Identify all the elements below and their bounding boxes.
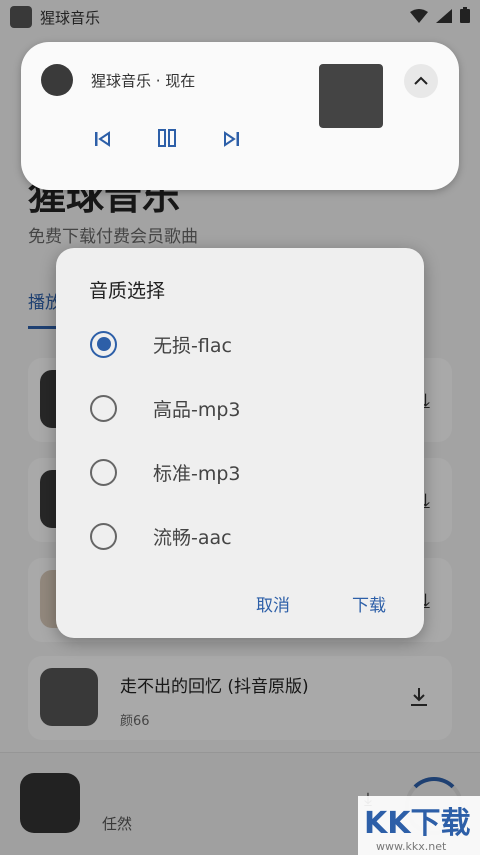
dialog-title: 音质选择 [89, 280, 166, 302]
option-aac[interactable]: 流畅-aac [90, 516, 390, 556]
notification-app-icon [41, 64, 73, 96]
quality-dialog: 音质选择 无损-flac 高品-mp3 标准-mp3 流畅-aac 取消 下载 [56, 248, 424, 638]
download-button[interactable]: 下载 [352, 591, 386, 616]
watermark-url: www.kkx.net [376, 840, 447, 853]
radio-button[interactable] [90, 522, 117, 550]
radio-button[interactable] [90, 458, 117, 486]
radio-button[interactable] [90, 330, 117, 358]
chevron-up-icon[interactable] [404, 64, 438, 98]
option-flac[interactable]: 无损-flac [90, 324, 390, 364]
media-notification[interactable]: 猩球音乐 · 现在 [21, 42, 459, 190]
option-label: 流畅-aac [153, 526, 232, 549]
radio-button[interactable] [90, 394, 117, 422]
notification-title: 猩球音乐 · 现在 [91, 72, 196, 90]
option-label: 标准-mp3 [153, 462, 241, 485]
option-label: 无损-flac [153, 334, 232, 357]
option-high-mp3[interactable]: 高品-mp3 [90, 388, 390, 428]
skip-previous-icon[interactable] [93, 128, 113, 152]
watermark-logo: KK下载 www.kkx.net [358, 796, 480, 855]
cancel-button[interactable]: 取消 [256, 591, 290, 616]
skip-next-icon[interactable] [221, 128, 241, 152]
watermark-mark: KK下载 [364, 806, 471, 841]
notification-album-art [319, 64, 383, 128]
option-standard-mp3[interactable]: 标准-mp3 [90, 452, 390, 492]
pause-icon[interactable] [157, 128, 177, 152]
option-label: 高品-mp3 [153, 398, 241, 421]
